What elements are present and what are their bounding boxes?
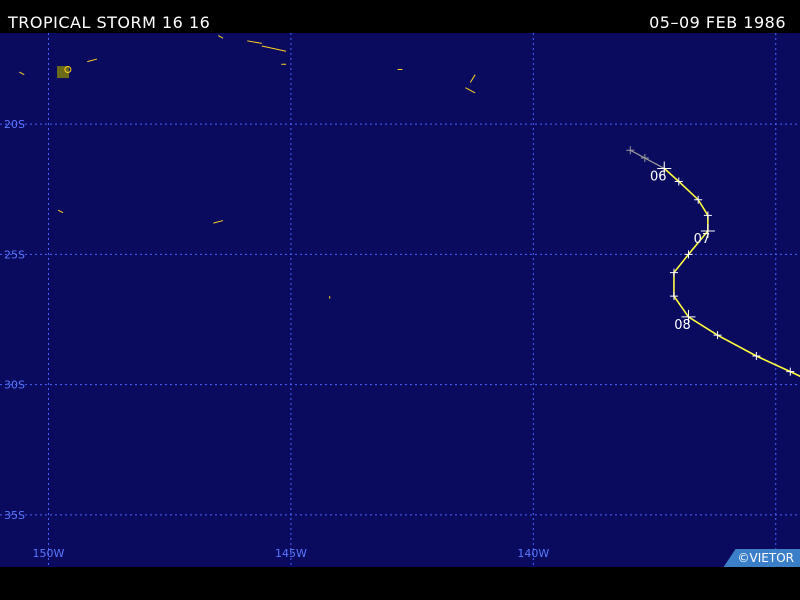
lon-label: 145W (275, 547, 307, 560)
track-point (786, 367, 795, 376)
map-canvas: 20S25S30S35S150W145W140W135W130W125W120W… (0, 33, 800, 567)
island (261, 45, 287, 52)
storm-track: 06070809 (626, 146, 800, 378)
precursor-point (640, 154, 649, 163)
precursor-point (626, 146, 635, 155)
track-map[interactable]: 20S25S30S35S150W145W140W135W130W125W120W… (0, 33, 800, 567)
day-label: 07 (694, 232, 711, 247)
day-label: 08 (674, 318, 691, 333)
lat-label: 35S (4, 509, 25, 522)
lat-label: 25S (4, 248, 25, 261)
island (217, 35, 224, 39)
storm-title: TROPICAL STORM 16 16 (8, 13, 211, 32)
lat-label: 30S (4, 379, 25, 392)
grid-layer: 20S25S30S35S150W145W140W135W130W125W120W (0, 33, 800, 567)
track-point (703, 211, 712, 220)
precursor-track (630, 149, 665, 169)
lat-label: 20S (4, 118, 25, 131)
island (469, 74, 476, 83)
island (213, 220, 224, 224)
track-point (713, 331, 722, 340)
lon-label: 140W (517, 547, 549, 560)
track-point (752, 352, 761, 361)
islands-layer (19, 35, 476, 299)
day-label: 06 (650, 169, 667, 184)
island (57, 209, 64, 214)
watermark-badge: ©VIETOR (723, 549, 800, 567)
island (247, 40, 262, 44)
date-range: 05–09 FEB 1986 (649, 13, 786, 32)
island (19, 71, 25, 76)
island (87, 58, 98, 63)
lon-label: 150W (33, 547, 65, 560)
island (465, 87, 476, 94)
track-line (663, 167, 800, 378)
